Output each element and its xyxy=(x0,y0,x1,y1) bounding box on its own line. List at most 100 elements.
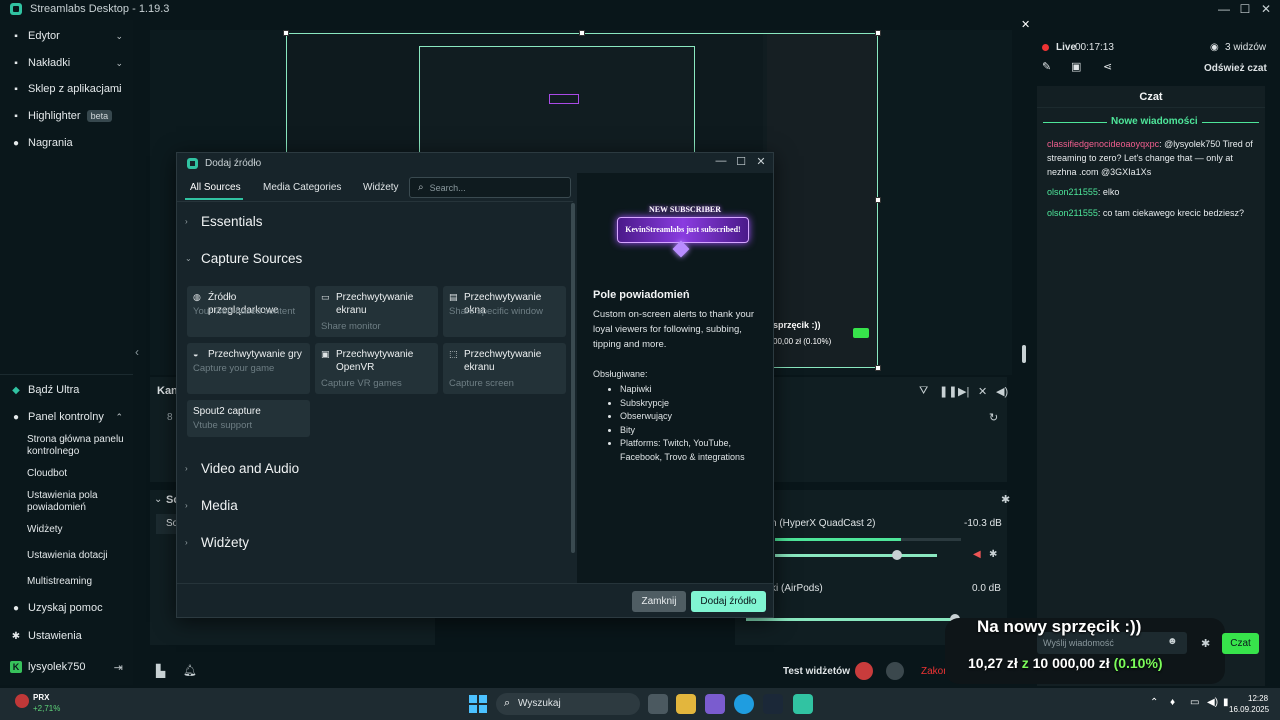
chat-username[interactable]: classifiedgenocideoaoyqxpc xyxy=(1047,139,1159,149)
stock-widget-icon[interactable] xyxy=(15,694,29,708)
replay-button[interactable] xyxy=(886,662,904,680)
resize-handle-r[interactable] xyxy=(875,197,881,203)
search-input[interactable]: ⌕ Search... xyxy=(409,177,571,198)
sidebar-item-editor[interactable]: ▪ Edytor ⌄ xyxy=(0,24,133,48)
sidebar-item-ultra[interactable]: ◆ Bądź Ultra xyxy=(0,378,133,402)
taskbar-search[interactable]: ⌕ Wyszukaj xyxy=(496,693,640,715)
volume-icon[interactable]: ◀) xyxy=(996,385,1008,398)
sidebar-subitem-cloudbot[interactable]: Cloudbot xyxy=(27,468,131,480)
sidebar-item-user[interactable]: K lysyolek750 ⇥ xyxy=(0,655,133,679)
device-settings-icon[interactable]: ✱ xyxy=(989,549,997,560)
task-view-icon[interactable] xyxy=(648,694,668,714)
notifications-icon[interactable]: 🔔︎ xyxy=(183,664,197,677)
copilot-icon[interactable] xyxy=(705,694,725,714)
close-dialog-button[interactable]: Zamknij xyxy=(632,591,686,612)
chat-username[interactable]: olson211555 xyxy=(1047,187,1098,197)
resize-handle-br[interactable] xyxy=(875,365,881,371)
close-button[interactable]: ✕ xyxy=(1254,0,1278,18)
source-card-spout2[interactable]: Spout2 capture Vtube support xyxy=(187,400,310,437)
share-icon[interactable]: ⋖ xyxy=(1103,60,1112,73)
sidebar-item-overlays[interactable]: ▪ Nakładki ⌄ xyxy=(0,51,133,75)
section-video-audio[interactable]: › Video and Audio xyxy=(185,461,299,476)
section-capture-sources[interactable]: ⌄ Capture Sources xyxy=(185,251,302,266)
collapse-icon[interactable]: ⌄ xyxy=(154,494,162,505)
pause-icon[interactable]: ❚❚ xyxy=(939,385,957,398)
resize-handle-tr[interactable] xyxy=(875,30,881,36)
mute-alerts-icon[interactable]: ✕ xyxy=(978,385,987,398)
chat-message: olson211555: co tam ciekawego krecic bed… xyxy=(1047,206,1259,220)
file-explorer-icon[interactable] xyxy=(676,694,696,714)
source-card-game-capture[interactable]: ◒ Przechwytywanie gry Capture your game xyxy=(187,343,310,394)
sidebar-subitem-widgets[interactable]: Widżety xyxy=(27,524,131,536)
volume-slider[interactable] xyxy=(746,618,956,621)
resize-handle[interactable] xyxy=(1022,345,1026,363)
chat-send-button[interactable]: Czat xyxy=(1222,633,1259,654)
refresh-chat-button[interactable]: Odśwież czat xyxy=(1204,63,1267,74)
source-card-display-capture[interactable]: ▭ Przechwytywanie ekranu Share monitor xyxy=(315,286,438,337)
emoji-icon[interactable]: ☻ xyxy=(1167,636,1178,647)
mixer-settings-icon[interactable]: ✱ xyxy=(1001,493,1010,506)
mute-icon[interactable]: ◀ xyxy=(973,549,981,560)
source-card-screen-capture[interactable]: ⬚ Przechwytywanie ekranu Capture screen xyxy=(443,343,566,394)
sidebar-subitem-dashboard-home[interactable]: Strona główna panelu kontrolnego xyxy=(27,434,131,458)
sidebar-item-label: Uzyskaj pomoc xyxy=(28,602,103,614)
section-essentials[interactable]: › Essentials xyxy=(185,214,263,229)
add-source-button[interactable]: Dodaj źródło xyxy=(691,591,766,612)
divider xyxy=(177,201,573,202)
sidebar-item-settings[interactable]: ✱ Ustawienia xyxy=(0,624,133,648)
collapse-left-icon[interactable]: ‹ xyxy=(135,345,139,359)
microphone-icon[interactable]: ♦ xyxy=(1170,697,1175,708)
sidebar-item-recordings[interactable]: ● Nagrania xyxy=(0,131,133,155)
section-widgets[interactable]: › Widżety xyxy=(185,535,249,550)
sidebar-item-label: Nagrania xyxy=(28,137,73,149)
refresh-icon[interactable]: ↻ xyxy=(989,411,998,424)
scrollbar[interactable] xyxy=(571,203,575,553)
dialog-close-button[interactable]: ✕ xyxy=(753,155,769,168)
section-media[interactable]: › Media xyxy=(185,498,238,513)
windows-start-icon[interactable] xyxy=(468,694,488,714)
stats-icon[interactable]: ▙ xyxy=(156,664,165,678)
chat-settings-icon[interactable]: ✱ xyxy=(1201,637,1210,650)
gear-icon: ✱ xyxy=(11,630,21,642)
sidebar-subitem-multistreaming[interactable]: Multistreaming xyxy=(27,576,131,588)
filter-icon[interactable]: ⛛ xyxy=(919,385,928,398)
clock-time[interactable]: 12:28 xyxy=(1248,694,1268,703)
battery-icon[interactable]: ▮ xyxy=(1223,697,1229,708)
chat-username[interactable]: olson211555 xyxy=(1047,208,1098,218)
sidebar-item-help[interactable]: ● Uzyskaj pomoc xyxy=(0,596,133,620)
collapse-right-icon[interactable]: ✕ xyxy=(1021,18,1030,31)
sidebar-item-highlighter[interactable]: ▪ Highlighter beta xyxy=(0,104,133,128)
skip-icon[interactable]: ▶| xyxy=(958,385,969,398)
volume-slider-thumb[interactable] xyxy=(892,550,902,560)
volume-slider[interactable] xyxy=(775,554,937,557)
sidebar-subitem-alertbox-settings[interactable]: Ustawienia pola powiadomień xyxy=(27,490,131,514)
clock-date[interactable]: 16.09.2025 xyxy=(1229,705,1269,714)
stream-info-icon[interactable]: ▣ xyxy=(1071,60,1081,73)
steam-icon[interactable] xyxy=(763,694,783,714)
streamlabs-taskbar-icon[interactable] xyxy=(793,694,813,714)
sidebar-item-app-store[interactable]: ▪ Sklep z aplikacjami ⌄ xyxy=(0,77,133,101)
volume-icon[interactable]: ◀) xyxy=(1207,697,1218,708)
test-widget-button[interactable] xyxy=(855,662,873,680)
sidebar-item-dashboard[interactable]: ● Panel kontrolny ⌃ xyxy=(0,405,133,429)
tab-media-categories[interactable]: Media Categories xyxy=(263,182,341,193)
tray-chevron-icon[interactable]: ⌃ xyxy=(1150,697,1158,708)
tab-all-sources[interactable]: All Sources xyxy=(190,182,241,193)
dialog-maximize-button[interactable]: ☐ xyxy=(733,155,749,168)
edge-icon[interactable] xyxy=(734,694,754,714)
sidebar-subitem-donation-settings[interactable]: Ustawienia dotacji xyxy=(27,550,131,562)
scenes-title: Kan xyxy=(157,385,178,397)
goal-progress: 10,27 zł z 10 000,00 zł (0.10%) xyxy=(968,655,1163,671)
source-card-openvr[interactable]: ▣ Przechwytywanie OpenVR Capture VR games xyxy=(315,343,438,394)
edit-icon[interactable]: ✎ xyxy=(1042,60,1051,73)
source-card-window-capture[interactable]: ▤ Przechwytywanie okna Share specific win… xyxy=(443,286,566,337)
resize-handle-tl[interactable] xyxy=(283,30,289,36)
network-icon[interactable]: ▭ xyxy=(1190,697,1199,708)
dialog-minimize-button[interactable]: — xyxy=(713,155,729,167)
dashboard-icon: ● xyxy=(12,411,20,423)
logout-icon[interactable]: ⇥ xyxy=(114,661,123,674)
source-card-browser[interactable]: ◍ Źródło przeglądarkowe Your web-based co… xyxy=(187,286,310,337)
resize-handle-t[interactable] xyxy=(579,30,585,36)
ultra-icon: ◆ xyxy=(12,384,20,396)
tab-widgets[interactable]: Widżety xyxy=(363,182,399,193)
